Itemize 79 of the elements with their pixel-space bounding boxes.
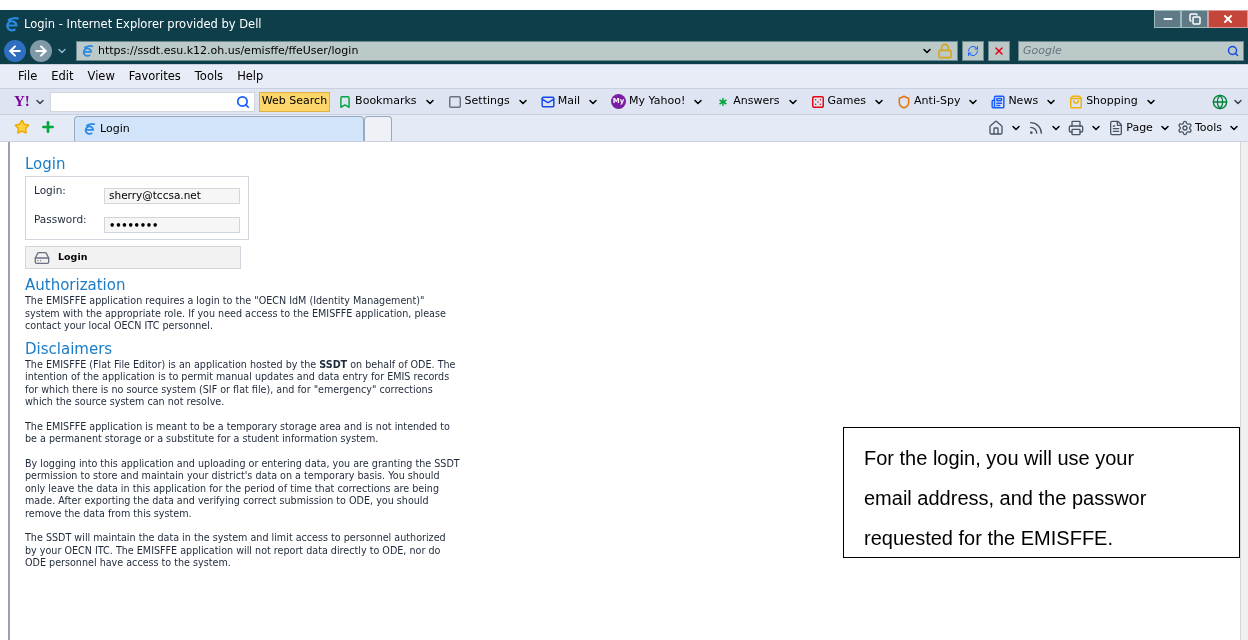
toolbar-button[interactable]: Bookmarks [334,93,440,110]
command-button[interactable] [988,119,1023,136]
back-button[interactable] [4,40,26,62]
settings-icon [1176,119,1193,136]
forward-button[interactable] [30,40,52,62]
dice-icon [810,94,825,109]
command-button[interactable] [1028,119,1063,136]
address-bar[interactable]: https://ssdt.esu.k12.oh.us/emisffe/ffeUser/login [76,41,958,61]
search-input[interactable]: Google [1023,42,1227,60]
command-button[interactable]: Tools [1176,119,1240,136]
section-heading: Authorization [25,275,127,295]
restore-button[interactable] [1181,10,1208,28]
paragraph: The EMISFFE application requires a login to the "OECN IdM (Identity Management)" system with the appropriate role. If you need access to the EMISFFE application, please contact your local OECN ITC personnel. [25,295,447,333]
menu-item[interactable]: File [18,67,38,86]
search-icon[interactable] [235,94,250,109]
login-button[interactable]: Login [25,246,241,269]
search-field[interactable]: Google [1018,41,1244,61]
bookmark-icon [338,94,353,109]
ie-logo-icon [83,122,96,136]
toolbar-button[interactable]: Answers [712,93,803,110]
paragraph: The SSDT will maintain the data in the system and limit access to personnel authorized by your OECN ITC. The EMISFFE application will not report data directly to ODE, nor do ODE personnel have access to the system. [25,532,447,570]
toolbar-button[interactable]: Games [806,93,890,110]
browser-tab[interactable]: Login [74,116,364,141]
home-icon [988,119,1005,136]
scrollbar[interactable] [1240,142,1248,640]
toolbar-button[interactable]: Shopping [1065,93,1161,110]
toolbar-button[interactable]: Mail [536,93,604,110]
forward-arrow-icon [33,43,49,59]
url-text: https://ssdt.esu.k12.oh.us/emisffe/ffeUser/login [98,42,359,59]
add-favorite-icon[interactable] [40,119,56,135]
database-icon [34,249,50,266]
login-field[interactable]: sherry@tccsa.net [104,188,240,204]
refresh-button[interactable] [962,41,984,61]
paragraph: The EMISFFE (Flat File Editor) is an application hosted by the SSDT on behalf of ODE. The intention of the application is to permit manual updates and data entry for EMIS records for which there is no source system (SIF or flat file), and for "emergency" corrections which the source system can not resolve. [25,358,457,409]
newspaper-icon [991,94,1006,109]
printer-icon [1068,119,1085,136]
menu-item[interactable]: Tools [194,67,224,86]
yahoo-logo[interactable]: Y! [14,90,30,113]
stop-button[interactable] [988,41,1010,61]
ie-logo-icon [81,44,94,58]
menu-item[interactable]: Help [237,67,264,86]
favorites-star-icon[interactable] [14,119,30,135]
callout-text: email address, and the passwor [864,486,1148,511]
toolbar-button[interactable]: Settings [443,93,533,110]
shopping-bag-icon [1069,94,1084,109]
field-label: Login: [34,183,67,198]
page-icon [1108,119,1125,136]
web-search-button[interactable]: Web Search [258,91,331,112]
menu-item[interactable]: Edit [51,67,74,86]
field-label: Password: [34,212,88,227]
toolbar-button[interactable]: News [987,93,1062,110]
stop-icon [993,45,1005,57]
new-tab-button[interactable] [364,116,392,141]
envelope-icon [540,94,555,109]
close-icon [1222,13,1234,25]
restore-icon [1188,13,1201,25]
menu-item[interactable]: Favorites [128,67,181,86]
callout-text: For the login, you will use your [864,446,1136,471]
section-heading: Disclaimers [25,338,114,359]
paragraph: The EMISFFE application is meant to be a temporary storage area and is not intended to be a permanent storage or a substitute for a student information system. [25,420,451,446]
callout-text: requested for the EMISFFE. [864,526,1114,551]
command-button[interactable]: Page [1108,119,1171,136]
square-icon [447,94,462,109]
toolbar-button[interactable]: Anti-Spy [893,93,984,110]
close-button[interactable] [1208,10,1248,28]
paragraph: By logging into this application and uploading or entering data, you are granting the SSDT permission to store and maintain your district's data on a temporary basis. You should only leave the data in this application for the period of time that corrections are being made. After exporting the data and verifying correct submission to ODE, you should remove the data from this system. [25,457,460,520]
toolbar-search-field[interactable] [49,91,255,112]
globe-icon[interactable] [1212,93,1228,110]
refresh-icon [967,45,979,57]
menu-item[interactable]: View [87,67,115,86]
password-field[interactable]: •••••••• [104,217,240,233]
shield-icon [897,94,912,109]
feed-icon [1028,119,1045,136]
minimize-button[interactable] [1154,10,1181,28]
ie-logo-icon [4,17,20,33]
section-heading: Login [25,154,67,174]
command-button[interactable] [1068,119,1103,136]
window-title: Login - Internet Explorer provided by Dell [24,16,262,34]
search-icon[interactable] [1227,45,1239,57]
